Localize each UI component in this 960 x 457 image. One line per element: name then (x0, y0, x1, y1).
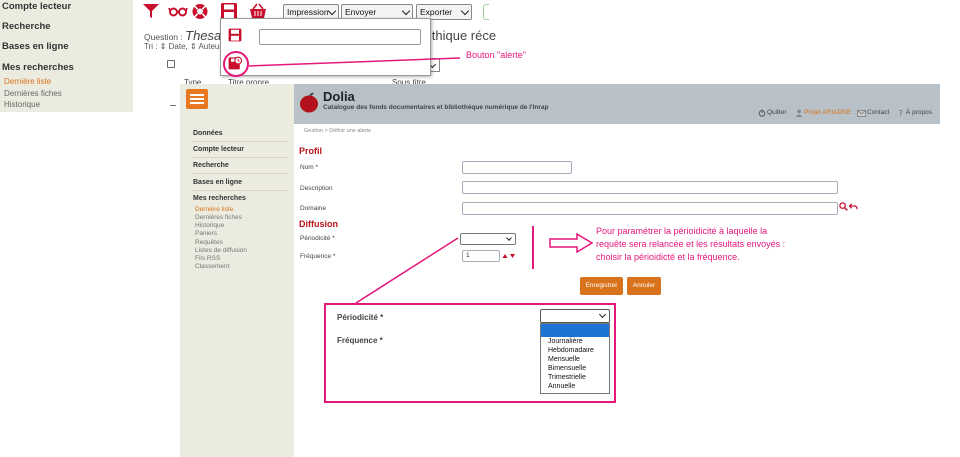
annotation-lines (248, 57, 461, 304)
alert-connector-line (248, 57, 461, 67)
zoom-connector-line (355, 237, 459, 304)
